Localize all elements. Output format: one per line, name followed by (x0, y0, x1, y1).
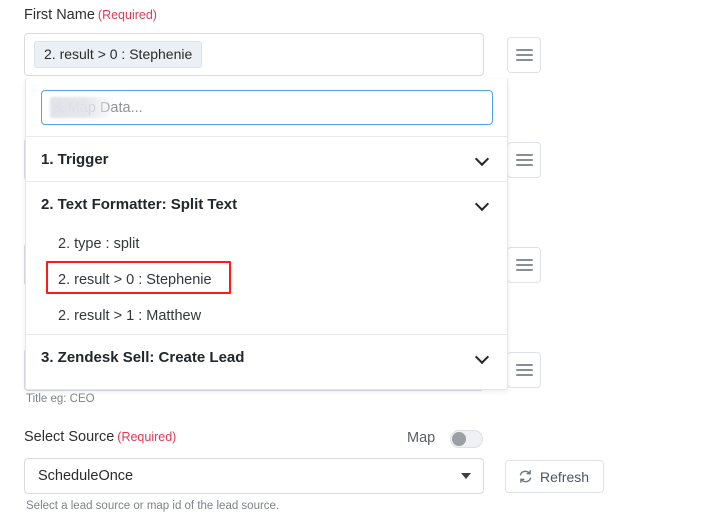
dropdown-group-label: 3. Zendesk Sell: Create Lead (41, 348, 245, 366)
dropdown-list: 1. Trigger 2. Text Formatter: Split Text… (26, 136, 507, 389)
first-name-label: First Name (Required) (24, 7, 157, 23)
dropdown-group-header-zendesk[interactable]: 3. Zendesk Sell: Create Lead (26, 334, 507, 379)
select-source-helper-text: Select a lead source or map id of the le… (26, 500, 280, 512)
select-source-label: Select Source (Required) (24, 429, 176, 445)
chevron-down-icon (476, 153, 489, 166)
hamburger-icon-button-2[interactable] (507, 142, 541, 178)
dropdown-option[interactable]: 2. result > 1 : Matthew (26, 298, 507, 334)
selected-token-chip[interactable]: 2. result > 0 : Stephenie (34, 40, 203, 69)
first-name-required-tag: (Required) (97, 8, 157, 22)
hamburger-icon-bar (515, 369, 533, 371)
hamburger-icon-bar (515, 259, 533, 261)
refresh-icon (519, 470, 532, 483)
hamburger-icon-bar (515, 269, 533, 271)
hamburger-icon-bar (515, 154, 533, 156)
refresh-button-label: Refresh (540, 468, 590, 485)
data-picker-dropdown: & Map Data... 1. Trigger 2. Text Formatt… (25, 79, 508, 390)
caret-down-icon (461, 473, 471, 479)
select-source-label-text: Select Source (24, 429, 115, 445)
first-name-label-text: First Name (24, 7, 95, 23)
redaction-overlay (50, 97, 114, 118)
map-toggle[interactable] (450, 430, 483, 448)
hamburger-icon-bar (515, 374, 533, 376)
select-source-dropdown[interactable]: ScheduleOnce (24, 458, 484, 494)
dropdown-group-label: 2. Text Formatter: Split Text (41, 195, 238, 213)
chevron-down-icon (476, 198, 489, 211)
chevron-down-icon (476, 351, 489, 364)
select-source-value: ScheduleOnce (38, 468, 134, 484)
hamburger-icon-bar (515, 49, 533, 51)
select-source-required-tag: (Required) (117, 430, 177, 444)
dropdown-option-selected[interactable]: 2. result > 0 : Stephenie (26, 262, 507, 298)
form-canvas: First Name (Required) 2. result > 0 : Ste… (0, 0, 726, 513)
hamburger-icon-button-4[interactable] (507, 352, 541, 388)
dropdown-group-header-trigger[interactable]: 1. Trigger (26, 136, 507, 181)
map-toggle-label: Map (407, 430, 436, 446)
first-name-helper-text: Title eg: CEO (26, 393, 95, 405)
dropdown-option[interactable]: 2. type : split (26, 226, 507, 262)
hamburger-icon-bar (515, 54, 533, 56)
hamburger-icon-bar (515, 364, 533, 366)
hamburger-icon-bar (515, 59, 533, 61)
hamburger-icon-bar (515, 159, 533, 161)
hamburger-icon-button-3[interactable] (507, 247, 541, 283)
dropdown-group-header-text-formatter[interactable]: 2. Text Formatter: Split Text (26, 181, 507, 226)
hamburger-icon-bar (515, 164, 533, 166)
refresh-button[interactable]: Refresh (505, 460, 605, 493)
dropdown-search-wrap[interactable]: & Map Data... (41, 90, 493, 125)
first-name-input[interactable]: 2. result > 0 : Stephenie (24, 33, 484, 76)
map-toggle-knob (452, 432, 466, 446)
hamburger-icon-bar (515, 264, 533, 266)
dropdown-group-label: 1. Trigger (41, 150, 109, 168)
hamburger-icon-button-1[interactable] (507, 37, 541, 73)
